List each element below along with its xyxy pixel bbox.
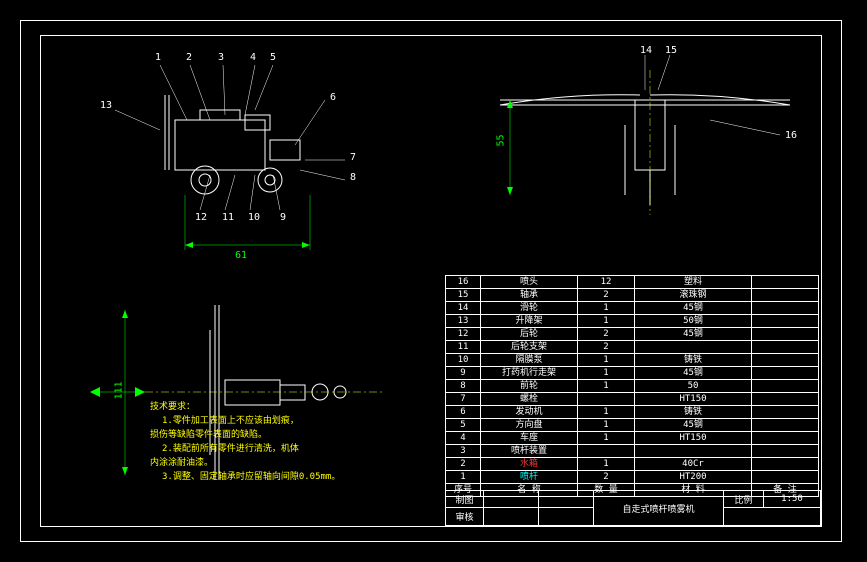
table-row: 4车座1HT150 bbox=[446, 432, 819, 445]
callout-11: 11 bbox=[222, 212, 234, 223]
table-row: 16喷头12塑料 bbox=[446, 276, 819, 289]
callout-2: 2 bbox=[186, 52, 192, 63]
table-row: 1喷杆2HT200 bbox=[446, 471, 819, 484]
callout-4: 4 bbox=[250, 52, 256, 63]
callout-10: 10 bbox=[248, 212, 260, 223]
notes-line3: 3.调整、固定轴承时应留轴向间隙0.05mm。 bbox=[150, 470, 410, 484]
table-row: 12后轮245钢 bbox=[446, 328, 819, 341]
notes-line2b: 内涂涂耐油漆。 bbox=[150, 456, 410, 470]
notes-line1: 1.零件加工表面上不应该由划痕， bbox=[150, 414, 410, 428]
tb-row2-lbl: 审核 bbox=[446, 508, 484, 525]
table-row: 10隔膜泵1铸铁 bbox=[446, 354, 819, 367]
notes-line2: 2.装配前所有零件进行清洗，机体 bbox=[150, 442, 410, 456]
parts-table: 16喷头12塑料15轴承2滚珠钢14滑轮145钢13升降架150钢12后轮245… bbox=[445, 275, 819, 497]
table-row: 5方向盘145钢 bbox=[446, 419, 819, 432]
callout-13: 13 bbox=[100, 100, 112, 111]
callout-16: 16 bbox=[785, 130, 797, 141]
tb-scale-lbl: 比例 bbox=[724, 491, 764, 508]
table-row: 3喷杆装置 bbox=[446, 445, 819, 458]
dim-55: 55 bbox=[496, 134, 507, 146]
callout-12: 12 bbox=[195, 212, 207, 223]
table-row: 11后轮支架2 bbox=[446, 341, 819, 354]
title-block: 制图 自走式喷杆喷雾机 比例 1:50 审核 bbox=[445, 490, 821, 526]
notes-line1b: 损伤等缺陷零件表面的缺陷。 bbox=[150, 428, 410, 442]
tech-notes: 技术要求： 1.零件加工表面上不应该由划痕， 损伤等缺陷零件表面的缺陷。 2.装… bbox=[150, 400, 410, 484]
callout-8: 8 bbox=[350, 172, 356, 183]
table-row: 7螺栓HT150 bbox=[446, 393, 819, 406]
tb-row2-c2 bbox=[484, 508, 539, 525]
table-row: 8前轮150 bbox=[446, 380, 819, 393]
notes-title: 技术要求： bbox=[150, 400, 410, 414]
callout-14: 14 bbox=[640, 45, 652, 56]
dim-61: 61 bbox=[235, 250, 247, 261]
table-row: 6发动机1铸铁 bbox=[446, 406, 819, 419]
callout-1: 1 bbox=[155, 52, 161, 63]
tb-row2-c3 bbox=[539, 508, 594, 525]
table-row: 13升降架150钢 bbox=[446, 315, 819, 328]
side-view bbox=[490, 45, 810, 225]
dim-111: 111 bbox=[114, 381, 125, 399]
callout-6: 6 bbox=[330, 92, 336, 103]
tb-bottom-right bbox=[724, 508, 820, 525]
callout-5: 5 bbox=[270, 52, 276, 63]
table-row: 2水箱140Cr bbox=[446, 458, 819, 471]
tb-title: 自走式喷杆喷雾机 bbox=[594, 491, 724, 525]
tb-row1-lbl: 制图 bbox=[446, 491, 484, 508]
callout-3: 3 bbox=[218, 52, 224, 63]
callout-7: 7 bbox=[350, 152, 356, 163]
table-row: 9打药机行走架145钢 bbox=[446, 367, 819, 380]
tb-row1-c3 bbox=[539, 491, 594, 508]
cad-canvas: 1 2 3 4 5 6 7 8 9 10 11 12 13 61 14 15 1… bbox=[0, 0, 867, 562]
callout-15: 15 bbox=[665, 45, 677, 56]
callout-9: 9 bbox=[280, 212, 286, 223]
front-view bbox=[105, 50, 405, 260]
table-row: 15轴承2滚珠钢 bbox=[446, 289, 819, 302]
tb-row1-c2 bbox=[484, 491, 539, 508]
tb-scale: 1:50 bbox=[764, 491, 820, 508]
table-row: 14滑轮145钢 bbox=[446, 302, 819, 315]
